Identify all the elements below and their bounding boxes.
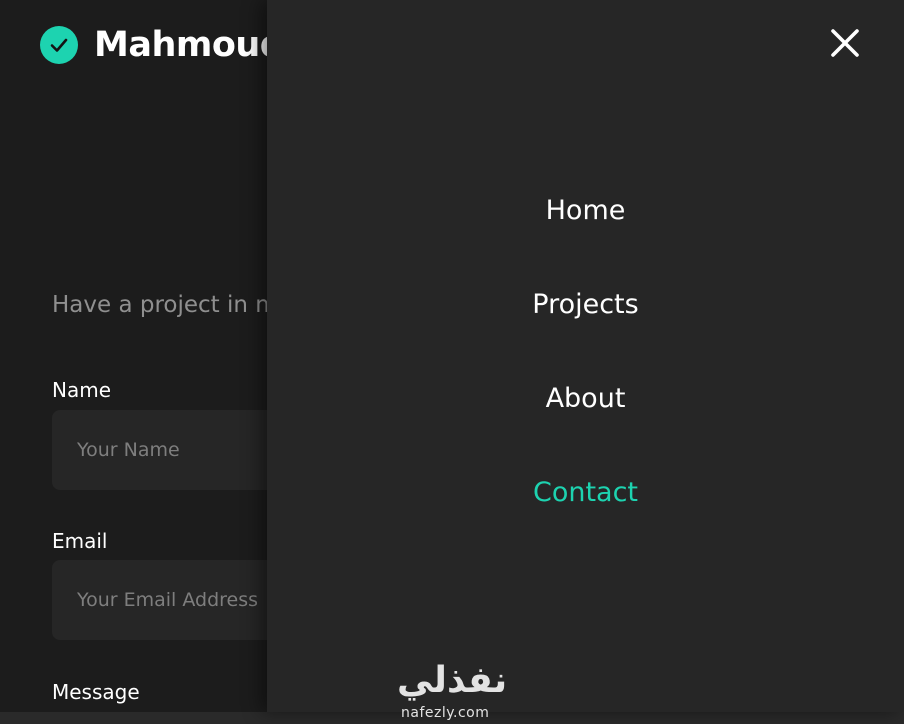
nav-item-contact[interactable]: Contact [267,477,904,508]
nav-menu-panel: Home Projects About Contact [267,0,904,712]
app-page: Mahmoud Have a project in mind? Name Ema… [0,0,904,724]
close-icon [831,29,859,57]
watermark-arabic-text: نفذلي [397,660,508,701]
nav-item-about[interactable]: About [267,383,904,414]
close-menu-button[interactable] [828,26,862,60]
brand[interactable]: Mahmoud [40,25,285,65]
name-label: Name [52,378,112,402]
watermark: نفذلي nafezly.com [392,660,512,724]
check-circle-icon [40,26,78,64]
nav-item-home[interactable]: Home [267,195,904,226]
brand-name: Mahmoud [94,25,285,65]
nav-item-projects[interactable]: Projects [267,289,904,320]
email-label: Email [52,529,108,553]
message-label: Message [52,680,140,704]
watermark-url-text: nafezly.com [401,705,490,721]
